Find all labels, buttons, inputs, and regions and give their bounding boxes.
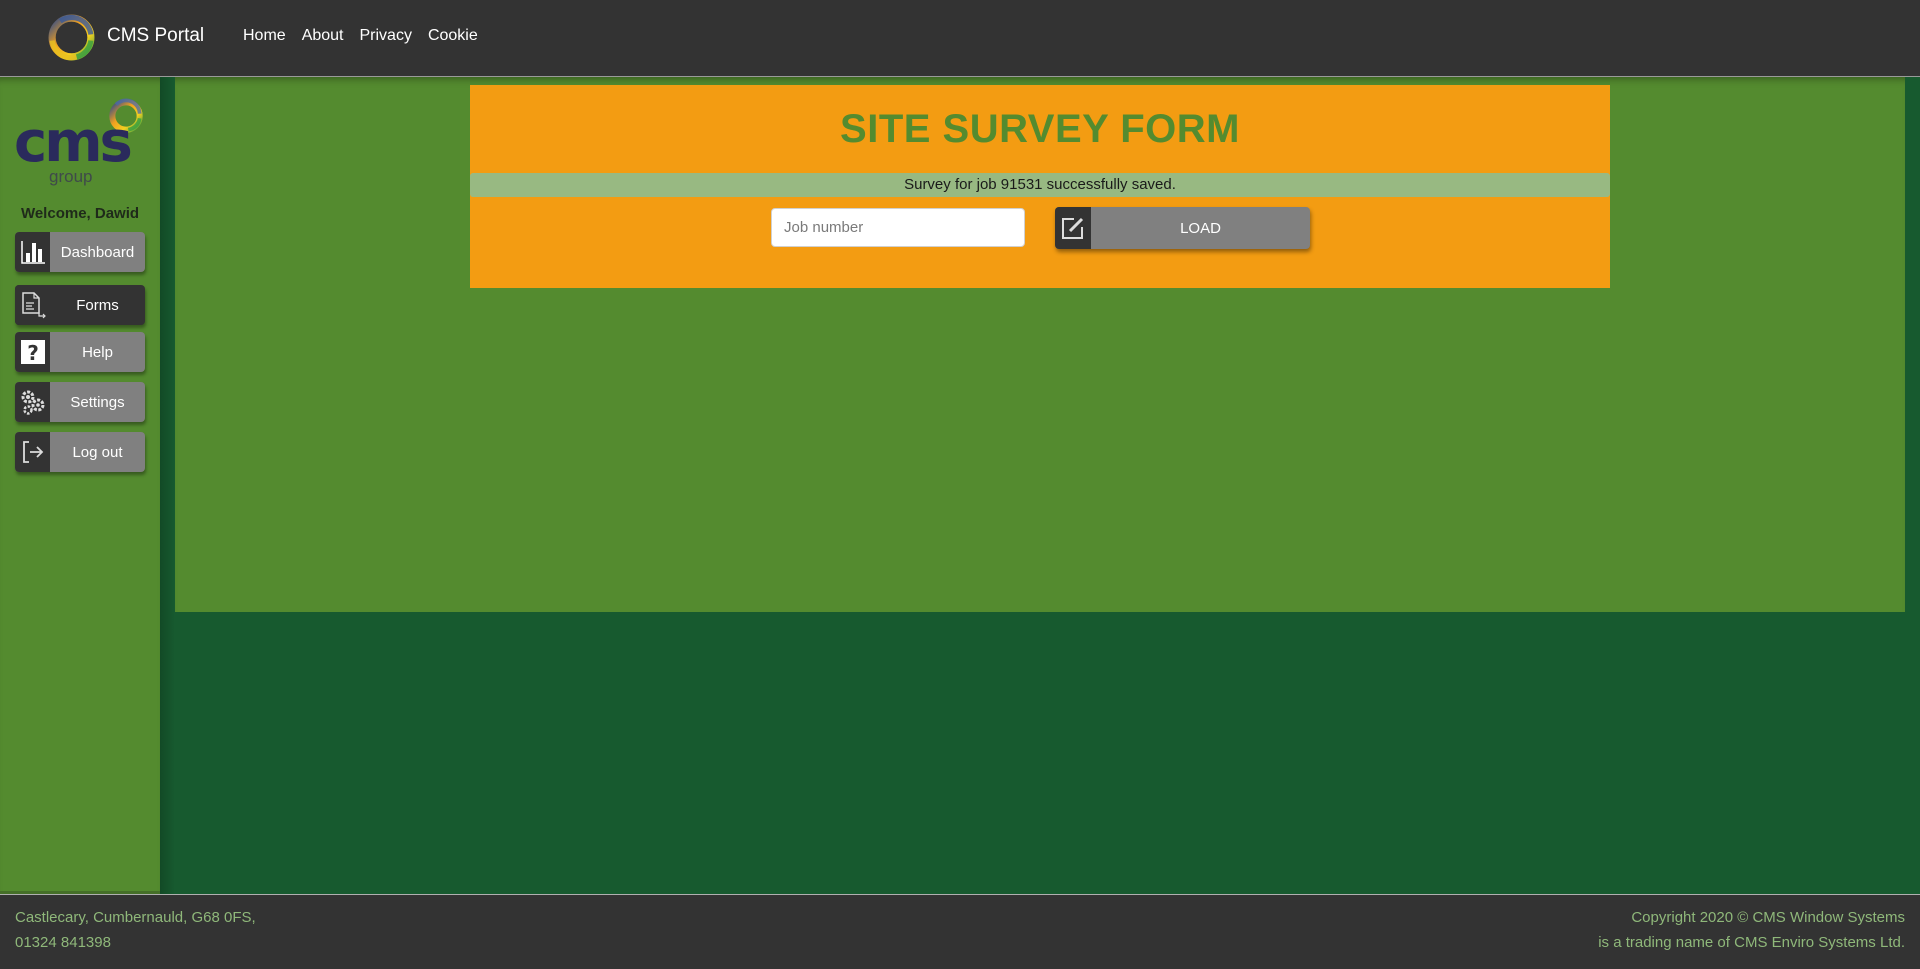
sidebar-item-settings[interactable]: Settings [15,382,145,422]
job-number-input[interactable] [771,208,1025,247]
nav-privacy[interactable]: Privacy [360,27,412,45]
nav-cookie[interactable]: Cookie [428,27,478,45]
footer: Castlecary, Cumbernauld, G68 0FS, 01324 … [0,894,1920,969]
phone-number: 01324 841398 [15,934,111,951]
sidebar-item-label: Forms [76,296,119,314]
nav-home[interactable]: Home [243,27,286,45]
survey-form-panel: SITE SURVEY FORM Survey for job 91531 su… [470,85,1610,288]
load-button[interactable]: LOAD [1055,207,1310,249]
load-button-label: LOAD [1180,219,1221,237]
gears-icon [15,382,50,422]
logo-text: cms [14,110,133,175]
footer-address: Castlecary, Cumbernauld, G68 0FS, 01324 … [15,905,256,955]
document-icon [15,285,50,325]
logout-icon [15,432,50,472]
sidebar-divider [160,77,175,894]
cms-ring-logo-icon [48,14,95,61]
success-alert: Survey for job 91531 successfully saved. [470,173,1610,197]
svg-text:?: ? [27,341,39,365]
trading-name-line: is a trading name of CMS Enviro Systems … [1598,934,1905,951]
welcome-message: Welcome, Dawid [20,205,140,222]
cms-group-logo: cms group [14,97,146,189]
top-navbar: CMS Portal Home About Privacy Cookie [0,0,1920,77]
bar-chart-icon [15,232,50,272]
copyright-line: Copyright 2020 © CMS Window Systems [1631,909,1905,926]
logo-subtext: group [49,167,93,186]
sidebar-item-forms[interactable]: Forms [15,285,145,325]
footer-copyright: Copyright 2020 © CMS Window Systems is a… [1598,905,1905,955]
nav-about[interactable]: About [302,27,344,45]
sidebar-item-label: Settings [70,393,125,411]
sidebar: cms group Welcome, Dawid Dashboard Forms… [0,77,160,894]
main-content: SITE SURVEY FORM Survey for job 91531 su… [175,77,1905,612]
main-nav: Home About Privacy Cookie [243,27,494,45]
sidebar-item-logout[interactable]: Log out [15,432,145,472]
sidebar-item-label: Dashboard [60,243,135,261]
brand-name: CMS Portal [107,24,205,46]
page-title: SITE SURVEY FORM [840,107,1240,151]
sidebar-item-help[interactable]: ? Help [15,332,145,372]
sidebar-item-dashboard[interactable]: Dashboard [15,232,145,272]
sidebar-item-label: Help [82,343,113,361]
sidebar-item-label: Log out [72,443,123,461]
edit-icon [1055,207,1091,249]
address-line: Castlecary, Cumbernauld, G68 0FS, [15,909,256,926]
brand-link[interactable]: CMS Portal [46,12,204,63]
question-icon: ? [15,332,50,372]
